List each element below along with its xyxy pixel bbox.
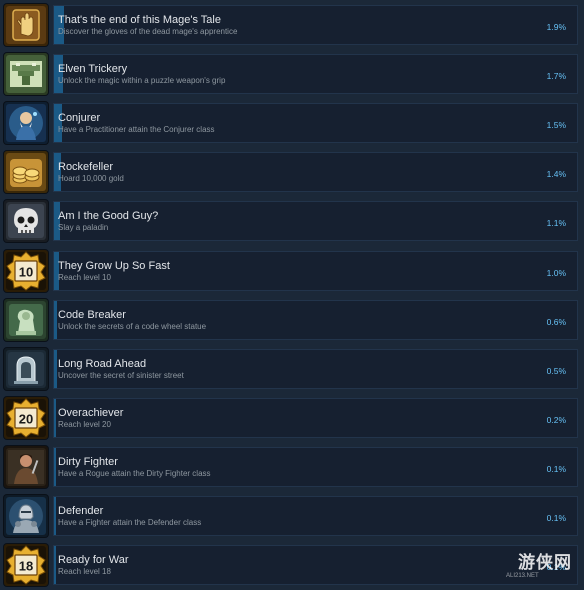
achievement-name: That's the end of this Mage's Tale — [58, 14, 221, 26]
achievement-description: Have a Fighter attain the Defender class — [58, 518, 202, 527]
unlock-progress-bar — [53, 103, 578, 143]
unlock-percentage: 1.1% — [546, 218, 566, 228]
unlock-percentage: 0.6% — [546, 317, 566, 327]
achievement-name: Conjurer — [58, 112, 101, 124]
achievement-row[interactable]: That's the end of this Mage's Tale Discov… — [0, 0, 584, 49]
achievement-name: Code Breaker — [58, 309, 126, 321]
achievement-name: They Grow Up So Fast — [58, 260, 170, 272]
achievement-name: Elven Trickery — [58, 63, 128, 75]
achievement-row[interactable]: 10 They Grow Up So Fast Reach level 10 1.0% — [0, 246, 584, 295]
svg-text:10: 10 — [19, 265, 33, 280]
level-badge-icon: 20 — [4, 397, 48, 439]
achievement-name: Dirty Fighter — [58, 456, 118, 468]
unlock-percentage: 0.1% — [546, 562, 566, 572]
svg-text:18: 18 — [19, 559, 33, 574]
achievement-name: Rockefeller — [58, 161, 114, 173]
achievement-name: Am I the Good Guy? — [58, 210, 159, 222]
unlock-progress-fill — [54, 497, 56, 535]
achievement-row[interactable]: Defender Have a Fighter attain the Defend… — [0, 491, 584, 540]
unlock-progress-bar — [53, 545, 578, 585]
achievement-name: Long Road Ahead — [58, 358, 147, 370]
unlock-percentage: 1.0% — [546, 268, 566, 278]
level-badge-icon: 10 — [4, 250, 48, 292]
achievement-name: Defender — [58, 505, 104, 517]
unlock-percentage: 1.4% — [546, 169, 566, 179]
unlock-percentage: 0.1% — [546, 513, 566, 523]
unlock-progress-bar — [53, 152, 578, 192]
achievement-row[interactable]: Code Breaker Unlock the secrets of a code… — [0, 295, 584, 344]
unlock-progress-bar — [53, 447, 578, 487]
svg-text:20: 20 — [19, 412, 33, 427]
achievement-description: Have a Rogue attain the Dirty Fighter cl… — [58, 469, 211, 478]
unlock-progress-fill — [54, 350, 57, 388]
achievement-description: Discover the gloves of the dead mage's a… — [58, 27, 238, 36]
unlock-percentage: 1.9% — [546, 22, 566, 32]
rogue-portrait-icon — [4, 446, 48, 488]
gold-coins-icon — [4, 151, 48, 193]
achievement-description: Reach level 20 — [58, 420, 111, 429]
achievement-description: Have a Practitioner attain the Conjurer … — [58, 125, 215, 134]
unlock-percentage: 1.7% — [546, 71, 566, 81]
unlock-percentage: 0.5% — [546, 366, 566, 376]
unlock-progress-fill — [54, 546, 56, 584]
puzzle-weapon-icon — [4, 53, 48, 95]
level-badge-icon: 18 — [4, 544, 48, 586]
achievement-description: Unlock the secrets of a code wheel statu… — [58, 322, 207, 331]
achievement-row[interactable]: 18 Ready for War Reach level 18 0.1% — [0, 540, 584, 589]
unlock-progress-bar — [53, 54, 578, 94]
knight-portrait-icon — [4, 495, 48, 537]
achievement-name: Overachiever — [58, 407, 124, 419]
achievement-name: Ready for War — [58, 554, 129, 566]
achievement-description: Reach level 18 — [58, 567, 111, 576]
achievement-description: Reach level 10 — [58, 273, 111, 282]
achievement-description: Uncover the secret of sinister street — [58, 371, 184, 380]
skull-icon — [4, 200, 48, 242]
conjurer-portrait-icon — [4, 102, 48, 144]
unlock-progress-fill — [54, 301, 58, 339]
unlock-progress-fill — [54, 399, 56, 437]
unlock-percentage: 1.5% — [546, 120, 566, 130]
achievement-description: Hoard 10,000 gold — [58, 174, 124, 183]
code-wheel-statue-icon — [4, 299, 48, 341]
unlock-progress-bar — [53, 300, 578, 340]
achievement-row[interactable]: Elven Trickery Unlock the magic within a … — [0, 49, 584, 98]
achievement-description: Unlock the magic within a puzzle weapon'… — [58, 76, 226, 85]
achievement-row[interactable]: Dirty Fighter Have a Rogue attain the Dir… — [0, 442, 584, 491]
tombstone-icon — [4, 348, 48, 390]
glove-hand-icon — [4, 4, 48, 46]
unlock-percentage: 0.2% — [546, 415, 566, 425]
achievement-row[interactable]: 20 Overachiever Reach level 20 0.2% — [0, 393, 584, 442]
achievement-row[interactable]: Long Road Ahead Uncover the secret of sin… — [0, 344, 584, 393]
unlock-progress-bar — [53, 398, 578, 438]
unlock-percentage: 0.1% — [546, 464, 566, 474]
achievement-row[interactable]: Rockefeller Hoard 10,000 gold 1.4% — [0, 147, 584, 196]
unlock-progress-fill — [54, 448, 56, 486]
unlock-progress-bar — [53, 496, 578, 536]
achievement-description: Slay a paladin — [58, 223, 109, 232]
achievement-row[interactable]: Conjurer Have a Practitioner attain the C… — [0, 98, 584, 147]
achievement-row[interactable]: Am I the Good Guy? Slay a paladin 1.1% — [0, 196, 584, 245]
